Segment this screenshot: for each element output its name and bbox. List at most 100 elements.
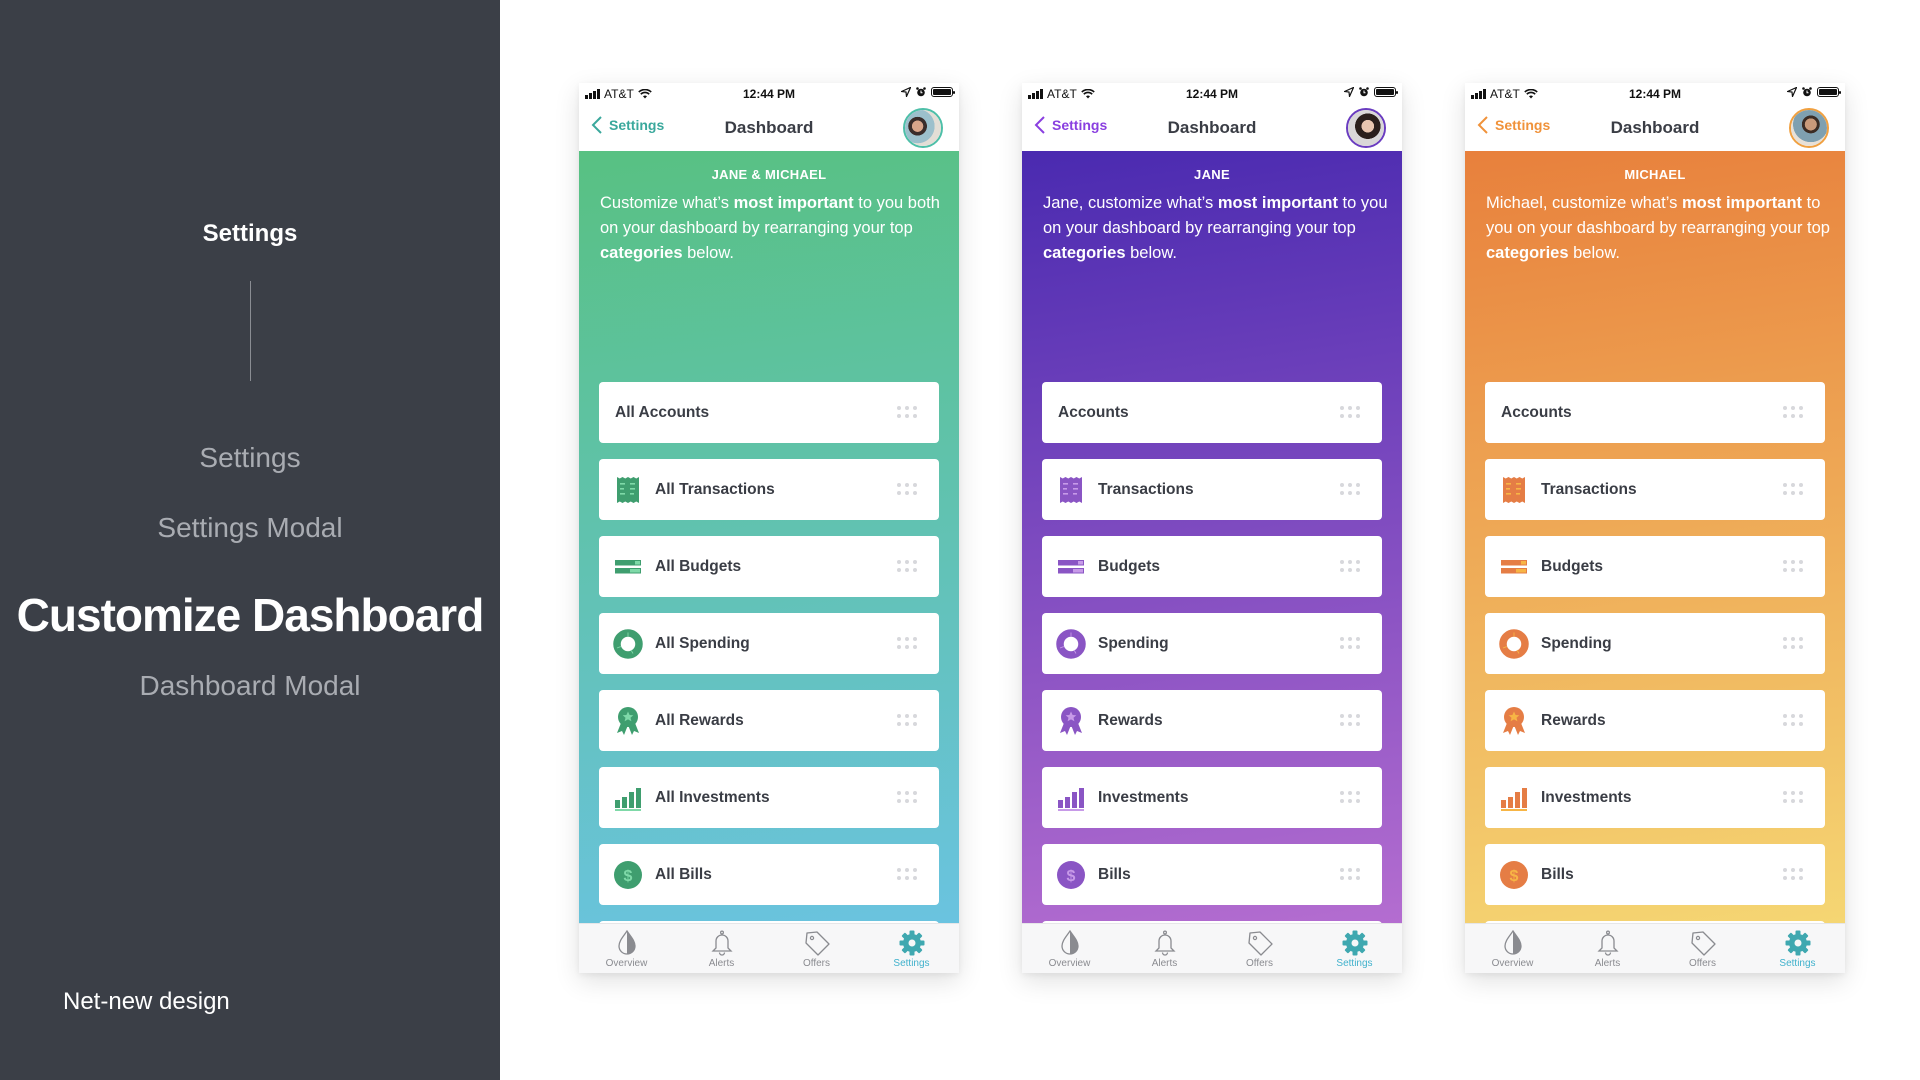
tab-offers[interactable]: Offers bbox=[1655, 924, 1750, 973]
drag-handle-icon[interactable] bbox=[1340, 791, 1360, 803]
drag-handle-icon[interactable] bbox=[1783, 714, 1803, 726]
category-card[interactable]: Investments bbox=[1042, 767, 1382, 828]
back-button[interactable]: Settings bbox=[1477, 115, 1550, 135]
drag-handle-icon[interactable] bbox=[1783, 791, 1803, 803]
intro-text-part: below. bbox=[1568, 244, 1620, 262]
intro-text: Customize what’s most important to you b… bbox=[600, 191, 945, 266]
nav-item-customize-dashboard[interactable]: Customize Dashboard bbox=[0, 588, 500, 642]
jane-avatar[interactable] bbox=[1346, 108, 1386, 148]
drag-handle-icon[interactable] bbox=[1340, 868, 1360, 880]
drag-handle-icon[interactable] bbox=[1340, 483, 1360, 495]
category-card[interactable]: Rewards bbox=[1485, 690, 1825, 751]
drag-handle-icon[interactable] bbox=[1783, 406, 1803, 418]
category-card[interactable]: Budgets bbox=[1042, 536, 1382, 597]
status-bar: AT&T 12:44 PM bbox=[1022, 83, 1402, 105]
tab-overview[interactable]: Overview bbox=[579, 924, 674, 973]
tab-settings[interactable]: Settings bbox=[1750, 924, 1845, 973]
tab-overview[interactable]: Overview bbox=[1022, 924, 1117, 973]
category-card[interactable]: Budgets bbox=[1485, 536, 1825, 597]
category-card[interactable]: Accounts bbox=[1042, 382, 1382, 443]
tab-offers[interactable]: Offers bbox=[769, 924, 864, 973]
tag-icon bbox=[1246, 929, 1274, 957]
category-label: All Budgets bbox=[655, 557, 742, 575]
category-card[interactable]: All Investments bbox=[599, 767, 939, 828]
avatar-photo bbox=[1791, 110, 1827, 146]
intro-text-emphasis: categories bbox=[600, 244, 683, 262]
category-card[interactable]: All Spending bbox=[599, 613, 939, 674]
svg-text:$: $ bbox=[1067, 868, 1076, 885]
tab-label: Alerts bbox=[708, 958, 735, 969]
ribbon-award-icon bbox=[1056, 706, 1086, 736]
tab-label: Overview bbox=[605, 958, 648, 969]
category-card[interactable]: Investments bbox=[1485, 767, 1825, 828]
drag-handle-icon[interactable] bbox=[1783, 868, 1803, 880]
drag-handle-icon[interactable] bbox=[897, 483, 917, 495]
category-label: Budgets bbox=[1098, 557, 1160, 575]
intro-text-emphasis: categories bbox=[1486, 244, 1569, 262]
tab-label: Settings bbox=[893, 958, 930, 969]
drag-handle-icon[interactable] bbox=[897, 791, 917, 803]
category-card[interactable]: Spending bbox=[1042, 613, 1382, 674]
jane-and-michael-avatar[interactable] bbox=[903, 108, 943, 148]
bell-icon bbox=[708, 929, 736, 957]
category-card[interactable]: $ Bills bbox=[1042, 844, 1382, 905]
design-note: Net-new design bbox=[63, 988, 230, 1015]
category-card[interactable]: Accounts bbox=[1485, 382, 1825, 443]
category-card[interactable]: $ All Bills bbox=[599, 844, 939, 905]
tab-settings[interactable]: Settings bbox=[1307, 924, 1402, 973]
nav-item-dashboard-modal[interactable]: Dashboard Modal bbox=[0, 670, 500, 702]
tab-alerts[interactable]: Alerts bbox=[1560, 924, 1655, 973]
tab-label: Overview bbox=[1048, 958, 1091, 969]
tab-overview[interactable]: Overview bbox=[1465, 924, 1560, 973]
nav-item-settings-modal[interactable]: Settings Modal bbox=[0, 512, 500, 544]
nav-item-settings[interactable]: Settings bbox=[0, 442, 500, 474]
drag-handle-icon[interactable] bbox=[897, 560, 917, 572]
drag-handle-icon[interactable] bbox=[897, 868, 917, 880]
drag-handle-icon[interactable] bbox=[1783, 560, 1803, 572]
ribbon-award-icon bbox=[613, 706, 643, 736]
category-card[interactable]: Rewards bbox=[1042, 690, 1382, 751]
chevron-left-icon bbox=[1477, 116, 1488, 134]
tab-label: Offers bbox=[802, 958, 831, 969]
drag-handle-icon[interactable] bbox=[1340, 560, 1360, 572]
back-button[interactable]: Settings bbox=[591, 115, 664, 135]
category-label: All Investments bbox=[655, 788, 770, 806]
bar-chart-icon bbox=[613, 783, 643, 813]
tab-alerts[interactable]: Alerts bbox=[1117, 924, 1212, 973]
category-card[interactable]: All Accounts bbox=[599, 382, 939, 443]
category-card[interactable]: $ Bills bbox=[1485, 844, 1825, 905]
drag-handle-icon[interactable] bbox=[897, 637, 917, 649]
drag-handle-icon[interactable] bbox=[897, 406, 917, 418]
avatar-photo bbox=[905, 110, 941, 146]
nav-bar: Settings Dashboard bbox=[579, 105, 959, 151]
drag-handle-icon[interactable] bbox=[897, 714, 917, 726]
category-card[interactable]: Transactions bbox=[1042, 459, 1382, 520]
donut-chart-icon bbox=[613, 628, 643, 659]
intro-text-emphasis: most important bbox=[733, 194, 854, 212]
donut-chart-icon bbox=[1499, 628, 1529, 659]
drag-handle-icon[interactable] bbox=[1340, 637, 1360, 649]
svg-text:$: $ bbox=[624, 868, 633, 885]
drag-handle-icon[interactable] bbox=[1783, 483, 1803, 495]
tab-alerts[interactable]: Alerts bbox=[674, 924, 769, 973]
chevron-left-icon bbox=[1034, 116, 1045, 134]
category-card[interactable]: Transactions bbox=[1485, 459, 1825, 520]
drag-handle-icon[interactable] bbox=[1783, 637, 1803, 649]
tab-label: Settings bbox=[1336, 958, 1373, 969]
drag-handle-icon[interactable] bbox=[1340, 406, 1360, 418]
phone-screen-purple: AT&T 12:44 PM Settings Dashboard JANE Ja… bbox=[1022, 83, 1402, 973]
category-card[interactable]: Spending bbox=[1485, 613, 1825, 674]
category-label: Bills bbox=[1541, 865, 1574, 883]
back-button[interactable]: Settings bbox=[1034, 115, 1107, 135]
bar-chart-icon bbox=[1499, 783, 1529, 813]
chevron-left-icon bbox=[591, 116, 602, 134]
tab-settings[interactable]: Settings bbox=[864, 924, 959, 973]
category-card[interactable]: All Rewards bbox=[599, 690, 939, 751]
dollar-coin-icon: $ bbox=[1499, 860, 1529, 890]
category-card[interactable]: All Budgets bbox=[599, 536, 939, 597]
tab-offers[interactable]: Offers bbox=[1212, 924, 1307, 973]
michael-avatar[interactable] bbox=[1789, 108, 1829, 148]
tab-label: Settings bbox=[1779, 958, 1816, 969]
drag-handle-icon[interactable] bbox=[1340, 714, 1360, 726]
category-card[interactable]: All Transactions bbox=[599, 459, 939, 520]
